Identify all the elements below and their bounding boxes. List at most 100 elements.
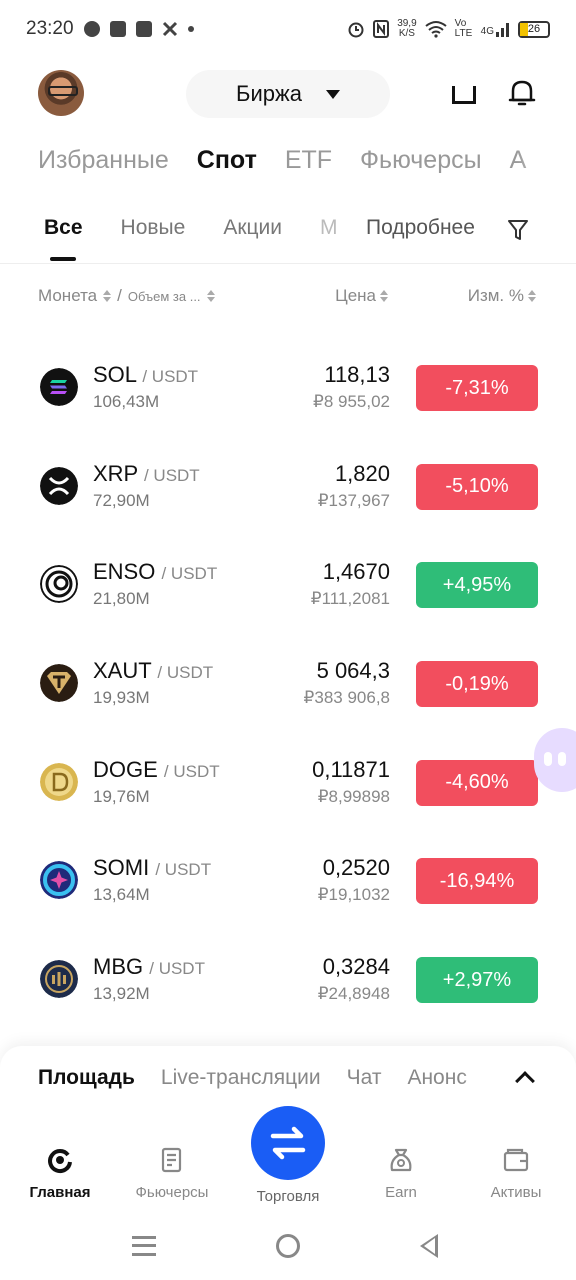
back-icon[interactable] bbox=[420, 1234, 438, 1258]
change-badge[interactable]: +4,95% bbox=[416, 562, 538, 609]
coin-volume: 19,93M bbox=[93, 688, 150, 708]
coin-volume: 21,80M bbox=[93, 589, 150, 609]
floating-assistant-icon[interactable] bbox=[534, 728, 576, 792]
subtab-stocks[interactable]: Акции bbox=[223, 216, 282, 248]
tab-futures[interactable]: Фьючерсы bbox=[360, 146, 482, 186]
gallery-notification-icon bbox=[135, 21, 152, 37]
sub-tabs: Все Новые Акции М bbox=[44, 216, 338, 248]
app-notification-icon bbox=[83, 21, 100, 37]
tabs-fade bbox=[516, 140, 576, 190]
wallet-icon bbox=[503, 1148, 529, 1172]
bottom-nav: Главная Фьючерсы Торговля Earn Активы bbox=[0, 1100, 576, 1210]
coin-price-rub: ₽8 955,02 bbox=[313, 392, 390, 411]
sort-icon bbox=[103, 290, 112, 302]
change-column-header[interactable]: Изм. % bbox=[468, 286, 536, 306]
price-header-label: Цена bbox=[335, 286, 376, 305]
feed-tab-announcements[interactable]: Анонс bbox=[407, 1066, 466, 1090]
home-circle-icon[interactable] bbox=[276, 1234, 300, 1258]
scan-icon[interactable] bbox=[452, 86, 476, 104]
chevron-up-icon[interactable] bbox=[515, 1071, 535, 1091]
coin-price: 0,11871 bbox=[312, 756, 390, 782]
tab-spot[interactable]: Спот bbox=[197, 146, 257, 186]
sort-icon bbox=[528, 290, 536, 302]
coin-price: 1,4670 bbox=[322, 559, 390, 585]
coin-symbol: SOL / USDT bbox=[93, 362, 199, 387]
nav-earn-label: Earn bbox=[385, 1184, 417, 1201]
coin-price-rub: ₽111,2081 bbox=[310, 589, 390, 609]
volte-label: Vo LTE bbox=[454, 18, 473, 39]
nav-assets[interactable]: Активы bbox=[466, 1146, 566, 1201]
sort-icon bbox=[206, 290, 215, 302]
feed-tab-square[interactable]: Площадь bbox=[38, 1066, 135, 1090]
feed-tab-live[interactable]: Live-трансляции bbox=[161, 1066, 321, 1090]
exchange-label: Биржа bbox=[236, 81, 302, 106]
nav-home[interactable]: Главная bbox=[10, 1146, 110, 1201]
header: Биржа bbox=[0, 68, 576, 118]
coin-price-rub: ₽137,967 bbox=[317, 490, 390, 510]
coin-price-rub: ₽24,8948 bbox=[317, 984, 390, 1004]
avatar[interactable] bbox=[38, 70, 84, 116]
coin-price-rub: ₽19,1032 bbox=[317, 885, 390, 905]
coin-symbol: MBG / USDT bbox=[93, 954, 205, 980]
coin-price: 0,2520 bbox=[322, 855, 390, 881]
swap-icon bbox=[270, 1126, 306, 1160]
earn-bag-icon bbox=[390, 1148, 412, 1172]
header-separator: / bbox=[117, 286, 122, 305]
coin-price-rub: ₽383 906,8 bbox=[303, 688, 390, 708]
sol-logo-icon bbox=[40, 368, 78, 406]
coin-column-header[interactable]: Монета / Объем за ... bbox=[38, 286, 215, 306]
signal-icon: 4G bbox=[481, 21, 510, 37]
change-badge[interactable]: -5,10% bbox=[416, 463, 538, 510]
nav-futures-label: Фьючерсы bbox=[135, 1184, 209, 1201]
change-badge[interactable]: +2,97% bbox=[416, 957, 538, 1004]
nav-futures[interactable]: Фьючерсы bbox=[122, 1146, 222, 1201]
recent-apps-icon[interactable] bbox=[132, 1236, 156, 1256]
change-header-label: Изм. % bbox=[467, 286, 524, 305]
price-column-header[interactable]: Цена bbox=[335, 286, 388, 306]
battery-icon: 26 bbox=[518, 20, 550, 38]
wifi-icon bbox=[425, 21, 447, 38]
doge-logo-icon bbox=[40, 762, 78, 801]
subtab-cut[interactable]: М bbox=[320, 216, 338, 248]
filter-icon[interactable] bbox=[508, 219, 528, 241]
alarm-icon bbox=[348, 22, 364, 38]
change-badge[interactable]: -16,94% bbox=[416, 858, 538, 905]
coin-volume: 72,90M bbox=[93, 490, 150, 510]
table-row[interactable]: SOMI / USDT 13,64M 0,2520 ₽19,1032 -16,9… bbox=[0, 831, 576, 930]
subtab-all[interactable]: Все bbox=[44, 216, 83, 248]
more-link[interactable]: Подробнее bbox=[362, 216, 475, 240]
tab-etf[interactable]: ETF bbox=[285, 146, 332, 186]
table-row[interactable]: ENSO / USDT 21,80M 1,4670 ₽111,2081 +4,9… bbox=[0, 535, 576, 634]
enso-logo-icon bbox=[40, 565, 78, 604]
sort-icon bbox=[380, 290, 388, 302]
table-row[interactable]: XAUT / USDT 19,93M 5 064,3 ₽383 906,8 -0… bbox=[0, 634, 576, 733]
tab-favorites[interactable]: Избранные bbox=[38, 146, 169, 186]
table-row[interactable]: SOL / USDT 106,43M 118,13 ₽8 955,02 -7,3… bbox=[0, 338, 576, 437]
nav-earn[interactable]: Earn bbox=[351, 1146, 451, 1201]
change-badge[interactable]: -0,19% bbox=[416, 661, 538, 708]
feed-tab-chat[interactable]: Чат bbox=[347, 1066, 382, 1090]
nav-home-label: Главная bbox=[29, 1184, 91, 1201]
subtab-new[interactable]: Новые bbox=[121, 216, 186, 248]
table-row[interactable]: XRP / USDT 72,90M 1,820 ₽137,967 -5,10% bbox=[0, 437, 576, 536]
change-badge[interactable]: -7,31% bbox=[416, 365, 538, 411]
coin-header-label: Монета bbox=[38, 286, 98, 305]
coin-volume: 13,92M bbox=[93, 984, 150, 1004]
coin-price-rub: ₽8,99898 bbox=[317, 786, 390, 806]
exchange-switcher[interactable]: Биржа bbox=[186, 70, 390, 118]
coin-price: 5 064,3 bbox=[316, 658, 390, 684]
trade-button[interactable] bbox=[251, 1106, 325, 1180]
divider bbox=[0, 263, 576, 264]
more-notifications-dot-icon bbox=[187, 26, 194, 32]
nav-assets-label: Активы bbox=[490, 1184, 542, 1201]
bell-icon[interactable] bbox=[508, 78, 536, 108]
coin-price: 118,13 bbox=[324, 362, 390, 387]
status-bar: 23:20 39,9 K/S Vo LTE 4G 26 bbox=[0, 0, 576, 58]
table-row[interactable]: DOGE / USDT 19,76M 0,11871 ₽8,99898 -4,6… bbox=[0, 733, 576, 832]
column-headers: Монета / Объем за ... Цена Изм. % bbox=[0, 286, 576, 310]
table-row[interactable]: MBG / USDT 13,92M 0,3284 ₽24,8948 +2,97% bbox=[0, 930, 576, 1029]
status-time: 23:20 bbox=[26, 18, 74, 39]
change-badge[interactable]: -4,60% bbox=[416, 759, 538, 806]
coin-list: SOL / USDT 106,43M 118,13 ₽8 955,02 -7,3… bbox=[0, 338, 576, 1029]
futures-icon bbox=[161, 1147, 182, 1173]
